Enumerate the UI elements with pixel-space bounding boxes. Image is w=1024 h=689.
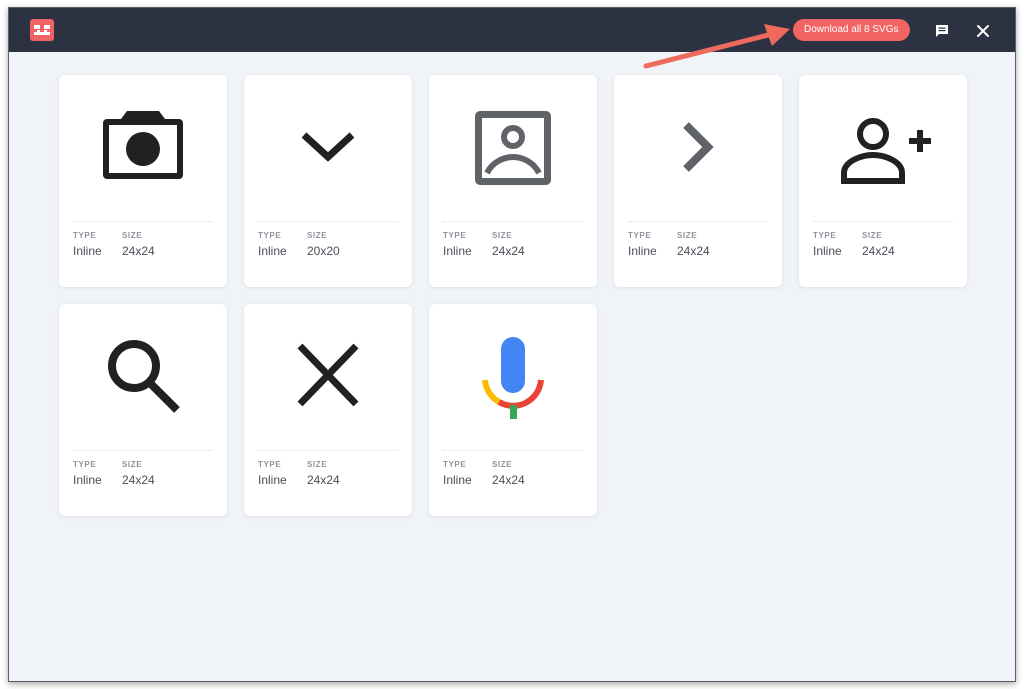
chevron-down-icon bbox=[244, 75, 412, 221]
type-label: TYPE bbox=[258, 460, 282, 469]
top-bar: Download all 8 SVGs bbox=[9, 8, 1015, 52]
type-value: Inline bbox=[258, 473, 287, 487]
app-window: Download all 8 SVGs TYPE SIZE Inline 24x… bbox=[8, 7, 1016, 682]
size-label: SIZE bbox=[862, 231, 883, 240]
type-value: Inline bbox=[73, 244, 102, 258]
feedback-icon[interactable] bbox=[934, 23, 950, 39]
size-value: 24x24 bbox=[307, 473, 340, 487]
type-value: Inline bbox=[443, 244, 472, 258]
size-label: SIZE bbox=[307, 231, 328, 240]
google-mic-icon bbox=[429, 304, 597, 450]
card-divider bbox=[443, 450, 583, 451]
type-value: Inline bbox=[813, 244, 842, 258]
type-label: TYPE bbox=[73, 231, 97, 240]
svg-card[interactable]: TYPE SIZE Inline 24x24 bbox=[59, 75, 227, 287]
close-x-icon bbox=[244, 304, 412, 450]
card-divider bbox=[73, 221, 213, 222]
type-value: Inline bbox=[258, 244, 287, 258]
camera-icon bbox=[59, 75, 227, 221]
size-label: SIZE bbox=[677, 231, 698, 240]
svg-card[interactable]: TYPE SIZE Inline 24x24 bbox=[59, 304, 227, 516]
size-value: 20x20 bbox=[307, 244, 340, 258]
size-label: SIZE bbox=[122, 460, 143, 469]
svg-gobbler-logo-icon bbox=[30, 19, 54, 41]
close-icon[interactable] bbox=[975, 23, 991, 39]
size-value: 24x24 bbox=[492, 473, 525, 487]
svg-card[interactable]: TYPE SIZE Inline 24x24 bbox=[429, 75, 597, 287]
portrait-icon bbox=[429, 75, 597, 221]
size-value: 24x24 bbox=[677, 244, 710, 258]
size-value: 24x24 bbox=[492, 244, 525, 258]
type-label: TYPE bbox=[628, 231, 652, 240]
svg-card[interactable]: TYPE SIZE Inline 24x24 bbox=[244, 304, 412, 516]
size-value: 24x24 bbox=[122, 244, 155, 258]
card-divider bbox=[813, 221, 953, 222]
size-label: SIZE bbox=[307, 460, 328, 469]
type-label: TYPE bbox=[813, 231, 837, 240]
chevron-right-icon bbox=[614, 75, 782, 221]
type-label: TYPE bbox=[258, 231, 282, 240]
download-all-button[interactable]: Download all 8 SVGs bbox=[793, 19, 910, 41]
card-divider bbox=[628, 221, 768, 222]
svg-card[interactable]: TYPE SIZE Inline 24x24 bbox=[614, 75, 782, 287]
search-icon bbox=[59, 304, 227, 450]
type-label: TYPE bbox=[73, 460, 97, 469]
annotation-arrow-icon bbox=[643, 24, 790, 69]
size-label: SIZE bbox=[492, 460, 513, 469]
card-divider bbox=[73, 450, 213, 451]
type-label: TYPE bbox=[443, 460, 467, 469]
card-divider bbox=[443, 221, 583, 222]
size-label: SIZE bbox=[122, 231, 143, 240]
size-value: 24x24 bbox=[862, 244, 895, 258]
svg-card[interactable]: TYPE SIZE Inline 24x24 bbox=[429, 304, 597, 516]
type-label: TYPE bbox=[443, 231, 467, 240]
svg-card[interactable]: TYPE SIZE Inline 24x24 bbox=[799, 75, 967, 287]
card-divider bbox=[258, 221, 398, 222]
size-value: 24x24 bbox=[122, 473, 155, 487]
type-value: Inline bbox=[73, 473, 102, 487]
type-value: Inline bbox=[443, 473, 472, 487]
type-value: Inline bbox=[628, 244, 657, 258]
size-label: SIZE bbox=[492, 231, 513, 240]
add-person-icon bbox=[799, 75, 967, 221]
card-divider bbox=[258, 450, 398, 451]
svg-card[interactable]: TYPE SIZE Inline 20x20 bbox=[244, 75, 412, 287]
